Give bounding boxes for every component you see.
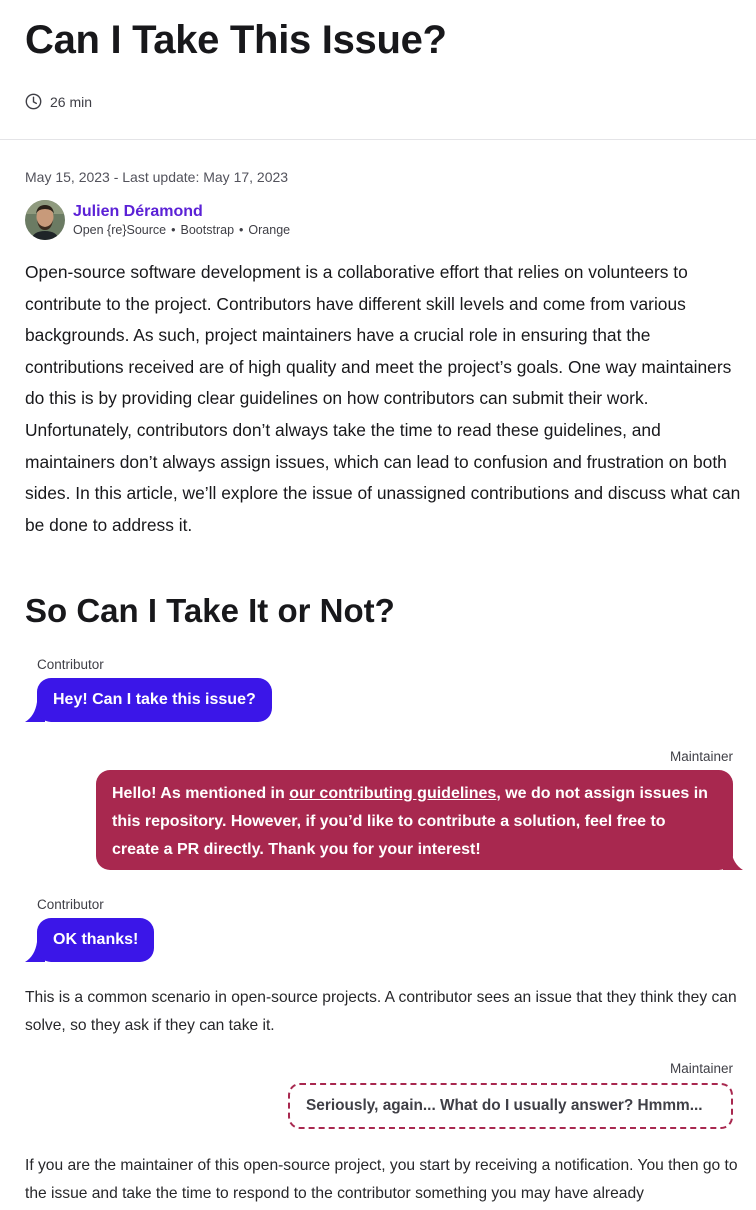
maintainer-thought-bubble: Seriously, again... What do I usually an… [288, 1083, 733, 1129]
body-paragraph: This is a common scenario in open-source… [25, 989, 737, 1034]
author-block: Julien Déramond Open {re}Source • Bootstra… [25, 200, 290, 240]
contributor-message-bubble: Hey! Can I take this issue? [37, 678, 272, 722]
section-heading: So Can I Take It or Not? [25, 592, 395, 629]
tag-separator: • [239, 222, 244, 237]
contributor-message-bubble: OK thanks! [37, 918, 155, 962]
body-paragraph: If you are the maintainer of this open-s… [25, 1157, 738, 1202]
speaker-label: Maintainer [669, 749, 733, 764]
tag[interactable]: Orange [248, 223, 290, 237]
tag[interactable]: Bootstrap [181, 223, 235, 237]
speaker-label: Contributor [37, 897, 104, 912]
message-text: Hello! As mentioned in [112, 785, 290, 802]
intro-paragraph: Open-source software development is a co… [25, 262, 741, 535]
tag-separator: • [171, 222, 176, 237]
tag[interactable]: Open {re}Source [73, 223, 166, 237]
reading-time-label: 26 min [50, 93, 93, 110]
speaker-label: Contributor [37, 657, 104, 672]
author-tags: Open {re}Source • Bootstrap • Orange [73, 223, 290, 237]
reading-time: 26 min [25, 93, 92, 110]
speaker-label: Maintainer [669, 1061, 733, 1076]
contributing-guidelines-link[interactable]: our contributing guidelines [289, 785, 496, 802]
maintainer-message-bubble: Hello! As mentioned in our contributing … [96, 770, 733, 870]
page-title: Can I Take This Issue? [25, 18, 447, 62]
publish-dates: May 15, 2023 - Last update: May 17, 2023 [25, 169, 289, 185]
author-name-link[interactable]: Julien Déramond [73, 203, 290, 221]
article-header: Can I Take This Issue? 26 min [0, 0, 756, 140]
clock-icon [25, 93, 42, 110]
avatar[interactable] [25, 200, 65, 240]
